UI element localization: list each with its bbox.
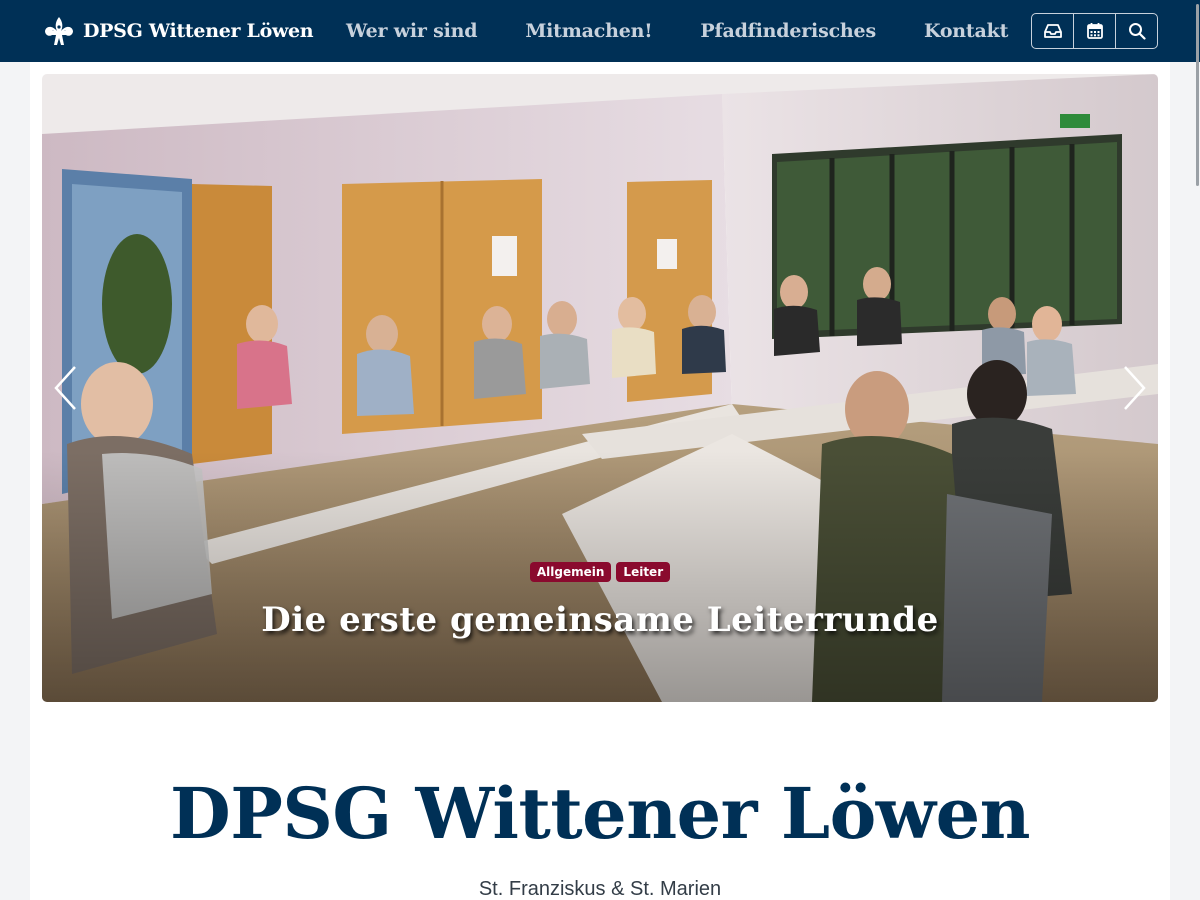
- nav-link-wer-wir-sind[interactable]: Wer wir sind: [322, 20, 501, 42]
- nav-link-pfadfinderisches[interactable]: Pfadfinderisches: [676, 20, 900, 42]
- scrollbar[interactable]: [1194, 0, 1200, 900]
- calendar-button[interactable]: [1074, 14, 1116, 48]
- inbox-button[interactable]: [1032, 14, 1074, 48]
- inbox-icon: [1043, 24, 1062, 38]
- chevron-right-icon: [1124, 366, 1146, 410]
- chevron-left-icon: [54, 366, 76, 410]
- slide-caption: Allgemein Leiter Die erste gemeinsame Le…: [42, 562, 1158, 640]
- carousel: Allgemein Leiter Die erste gemeinsame Le…: [42, 74, 1158, 702]
- navbar: DPSG Wittener Löwen Wer wir sind Mitmach…: [0, 0, 1200, 62]
- tag-list: Allgemein Leiter: [42, 562, 1158, 582]
- brand-name: DPSG Wittener Löwen: [83, 20, 314, 42]
- nav-link-mitmachen[interactable]: Mitmachen!: [501, 20, 676, 42]
- page-subtitle: St. Franziskus & St. Marien: [478, 878, 722, 900]
- scrollbar-thumb[interactable]: [1196, 4, 1199, 186]
- calendar-icon: [1086, 23, 1103, 39]
- slide-title[interactable]: Die erste gemeinsame Leiterrunde: [42, 600, 1158, 640]
- search-icon: [1128, 23, 1146, 40]
- nav-links: Wer wir sind Mitmachen! Pfadfinderisches…: [322, 0, 1032, 62]
- lily-logo-icon: [45, 17, 73, 45]
- carousel-prev-button[interactable]: [46, 362, 86, 414]
- tag-leiter[interactable]: Leiter: [616, 562, 671, 582]
- tag-allgemein[interactable]: Allgemein: [529, 562, 612, 582]
- nav-icon-group: [1031, 13, 1158, 49]
- search-button[interactable]: [1116, 14, 1157, 48]
- nav-link-kontakt[interactable]: Kontakt: [900, 20, 1032, 42]
- page-title: DPSG Wittener Löwen: [170, 772, 1031, 855]
- content-panel: Allgemein Leiter Die erste gemeinsame Le…: [30, 62, 1170, 900]
- carousel-next-button[interactable]: [1114, 362, 1154, 414]
- brand-link[interactable]: DPSG Wittener Löwen: [42, 14, 314, 48]
